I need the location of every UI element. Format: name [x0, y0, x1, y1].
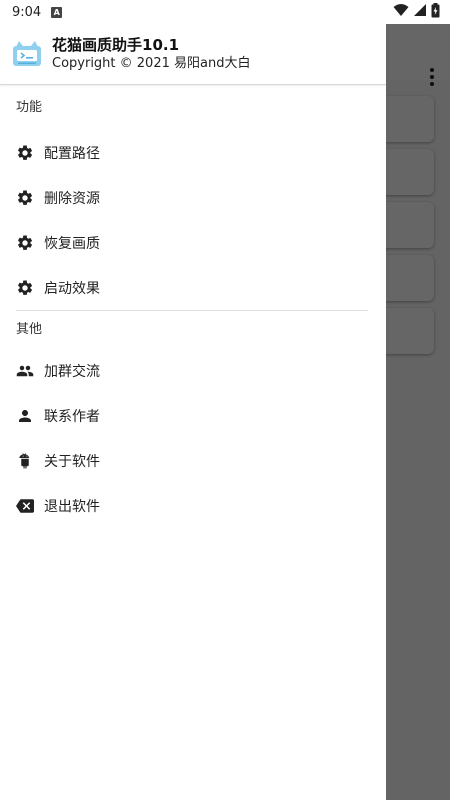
android-icon — [16, 452, 34, 470]
menu-item-label: 启动效果 — [44, 280, 100, 297]
menu-item-restore-quality[interactable]: 恢复画质 — [0, 220, 386, 265]
group-icon — [16, 362, 34, 380]
app-title: 花猫画质助手10.1 — [52, 36, 180, 54]
menu-item-about-app[interactable]: 关于软件 — [0, 438, 386, 483]
menu-item-label: 退出软件 — [44, 498, 100, 515]
status-time: 9:04 — [12, 4, 42, 20]
gear-icon — [16, 144, 34, 162]
section-title-other: 其他 — [16, 322, 43, 337]
menu-item-launch-effect[interactable]: 启动效果 — [0, 265, 386, 310]
status-bar: 9:04 A — [0, 0, 450, 24]
backspace-icon — [16, 497, 34, 515]
menu-item-label: 加群交流 — [44, 363, 100, 380]
menu-item-label: 恢复画质 — [44, 235, 100, 252]
menu-item-label: 配置路径 — [44, 145, 100, 162]
menu-item-exit-app[interactable]: 退出软件 — [0, 483, 386, 528]
battery-icon — [431, 2, 440, 22]
wifi-icon — [393, 3, 409, 21]
navigation-drawer: 花猫画质助手10.1 Copyright © 2021 易阳and大白 功能 配… — [0, 24, 386, 800]
app-logo-icon — [12, 39, 42, 69]
app-copyright: Copyright © 2021 易阳and大白 — [52, 56, 251, 71]
gear-icon — [16, 234, 34, 252]
gear-icon — [16, 279, 34, 297]
signal-icon — [413, 3, 427, 21]
person-icon — [16, 407, 34, 425]
menu-item-contact-author[interactable]: 联系作者 — [0, 393, 386, 438]
menu-item-delete-resources[interactable]: 删除资源 — [0, 175, 386, 220]
menu-item-label: 关于软件 — [44, 453, 100, 470]
menu-item-label: 删除资源 — [44, 190, 100, 207]
section-title-features: 功能 — [16, 100, 43, 115]
notification-icon: A — [51, 6, 63, 18]
gear-icon — [16, 189, 34, 207]
drawer-header: 花猫画质助手10.1 Copyright © 2021 易阳and大白 — [0, 24, 386, 85]
menu-item-label: 联系作者 — [44, 408, 100, 425]
menu-item-config-path[interactable]: 配置路径 — [0, 130, 386, 175]
menu-item-join-group[interactable]: 加群交流 — [0, 348, 386, 393]
